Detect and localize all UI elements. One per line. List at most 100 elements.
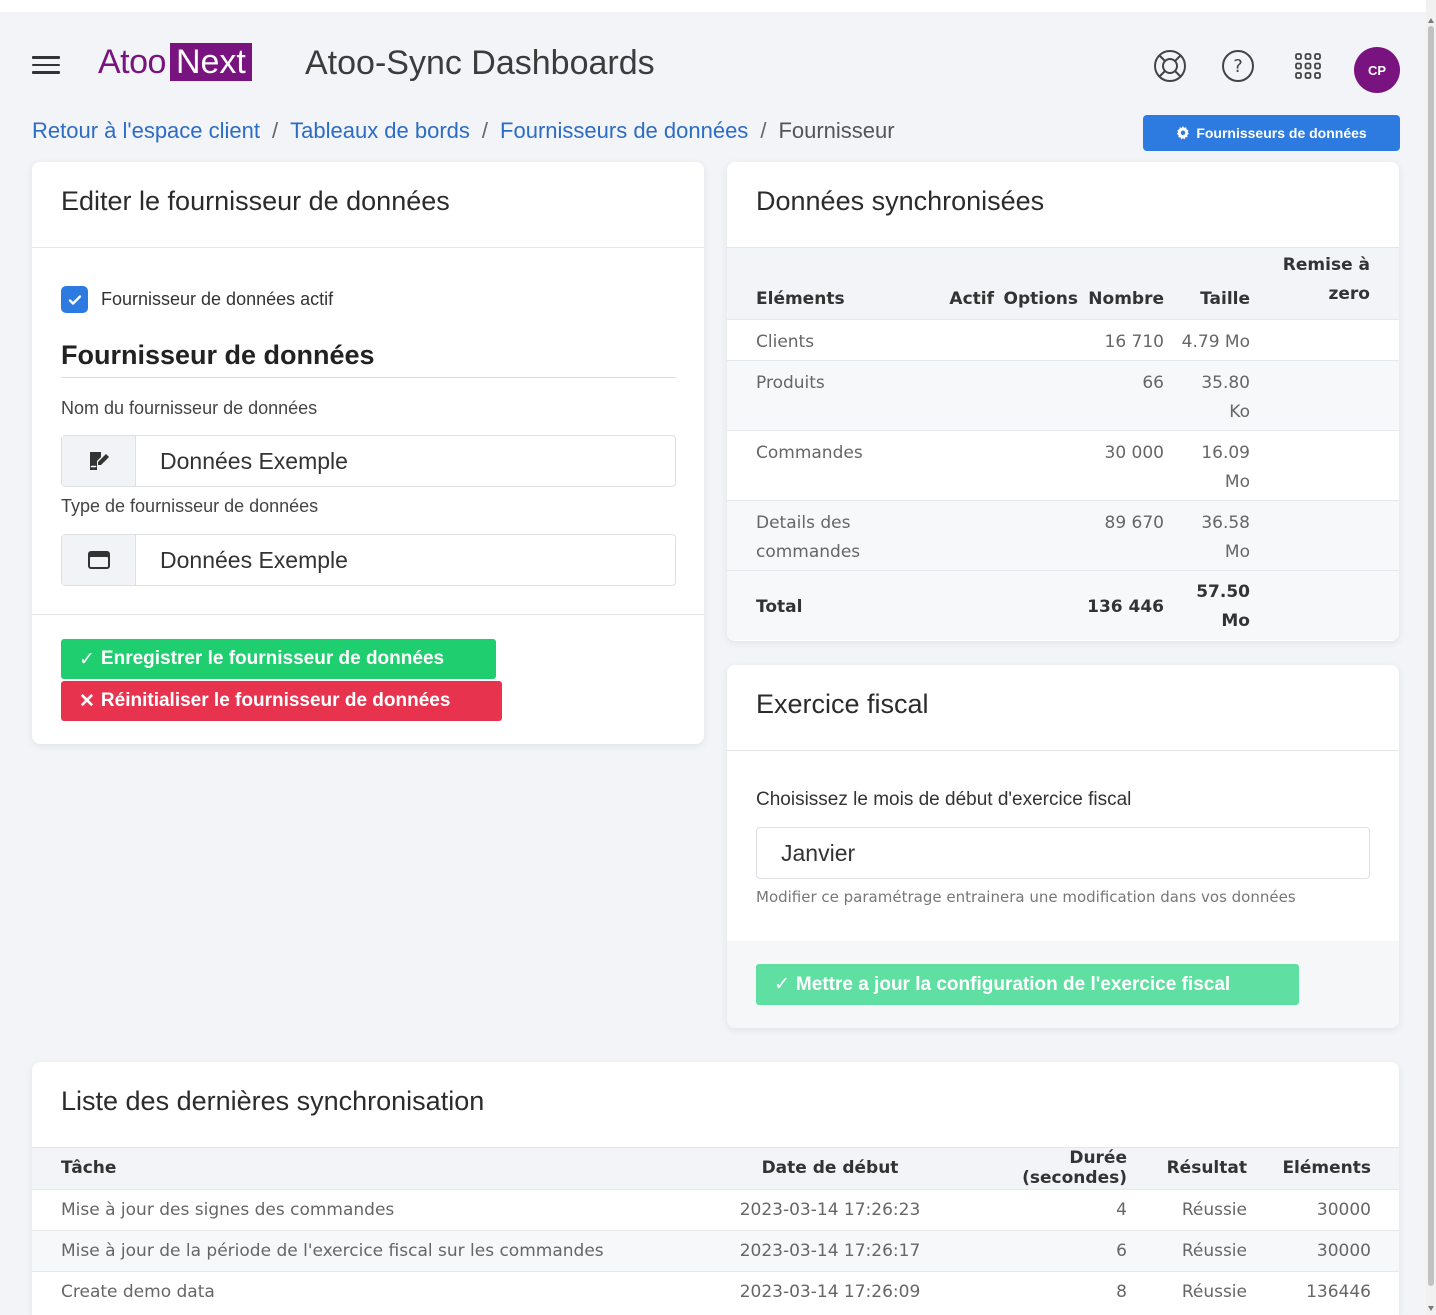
task-cell: Mise à jour des signes des commandes (32, 1188, 708, 1230)
total-count: 136 446 (1087, 596, 1164, 617)
table-row: Mise à jour des signes des commandes 202… (32, 1188, 1399, 1230)
elements-cell: 136446 (1275, 1270, 1399, 1312)
scroll-down-icon[interactable] (1428, 1306, 1434, 1311)
save-provider-label: Enregistrer le fournisseur de données (100, 648, 445, 669)
reset-cell (1250, 360, 1399, 430)
breadcrumb-link-providers[interactable]: Fournisseurs de données (500, 118, 748, 144)
active-checkbox-row[interactable]: Fournisseur de données actif (61, 286, 333, 313)
type-select[interactable]: Données Exemple (136, 535, 675, 585)
card-title: Liste des dernières synchronisation (32, 1062, 1399, 1148)
element-cell: Commandes (756, 442, 863, 463)
fiscal-month-label: Choisissez le mois de début d'exercice f… (756, 789, 1132, 810)
scrollbar-thumb[interactable] (1428, 26, 1434, 1286)
result-cell: Réussie (1155, 1229, 1275, 1271)
logo-atoo: Atoo (98, 42, 166, 81)
hamburger-icon[interactable] (32, 56, 60, 76)
type-input-group[interactable]: Données Exemple (61, 534, 676, 586)
save-provider-button[interactable]: ✓ Enregistrer le fournisseur de données (61, 639, 496, 679)
size-cell: 4.79 Mo (1181, 331, 1250, 352)
options-cell (994, 360, 1078, 430)
size-cell: 36.58 Mo (1201, 512, 1250, 562)
table-row: Details des commandes 89 670 36.58 Mo (727, 500, 1399, 570)
duration-cell: 4 (980, 1188, 1155, 1230)
task-cell: Mise à jour de la période de l'exercice … (32, 1229, 708, 1271)
size-cell: 35.80 Ko (1201, 372, 1250, 422)
date-cell: 2023-03-14 17:26:17 (708, 1229, 980, 1271)
element-cell: Details des commandes (756, 512, 861, 562)
svg-text:?: ? (1233, 56, 1243, 77)
breadcrumb-separator: / (760, 118, 767, 143)
breadcrumb-link-client-space[interactable]: Retour à l'espace client (32, 118, 260, 144)
date-cell: 2023-03-14 17:26:23 (708, 1188, 980, 1230)
element-cell: Clients (756, 331, 815, 352)
table-row: Produits 66 35.80 Ko (727, 360, 1399, 430)
total-row: Total 136 446 57.50 Mo (727, 570, 1399, 640)
elements-cell: 30000 (1275, 1229, 1399, 1271)
providers-button[interactable]: Fournisseurs de données (1143, 115, 1400, 151)
total-label: Total (756, 596, 803, 617)
table-header-row: Tâche Date de début Durée (secondes) Rés… (32, 1148, 1399, 1189)
count-cell: 16 710 (1104, 331, 1164, 352)
section-title: Fournisseur de données (61, 340, 676, 378)
app-header: Atoo Next Atoo-Sync Dashboards ? CP (0, 12, 1426, 112)
card-title: Données synchronisées (727, 162, 1399, 248)
sync-history-card: Liste des dernières synchronisation Tâch… (32, 1062, 1399, 1315)
column-header: Options (1003, 288, 1078, 309)
scroll-up-icon[interactable] (1428, 18, 1434, 23)
user-avatar[interactable]: CP (1354, 47, 1400, 93)
lifebuoy-icon[interactable] (1152, 48, 1188, 84)
column-header: Remise à zero (1282, 254, 1370, 304)
reset-cell (1250, 570, 1399, 640)
app-logo[interactable]: Atoo Next (98, 42, 252, 82)
name-input[interactable]: Données Exemple (136, 436, 675, 486)
active-cell (934, 319, 994, 360)
synced-data-card: Données synchronisées Eléments Actif Opt… (727, 162, 1399, 641)
type-field-label: Type de fournisseur de données (61, 496, 319, 516)
edit-card-footer: ✓ Enregistrer le fournisseur de données … (32, 614, 704, 744)
edit-provider-card: Editer le fournisseur de données Fournis… (32, 162, 704, 744)
fiscal-month-select[interactable]: Janvier (756, 827, 1370, 879)
options-cell (994, 570, 1078, 640)
table-row: Mise à jour de la période de l'exercice … (32, 1229, 1399, 1271)
duration-cell: 8 (980, 1270, 1155, 1312)
providers-button-label: Fournisseurs de données (1196, 125, 1367, 141)
window-icon (62, 535, 136, 585)
logo-next: Next (169, 43, 252, 81)
task-cell: Create demo data (32, 1270, 708, 1312)
size-cell: 16.09 Mo (1201, 442, 1250, 492)
table-header-row: Eléments Actif Options Nombre Taille Rem… (727, 248, 1399, 319)
result-cell: Réussie (1155, 1188, 1275, 1230)
options-cell (994, 319, 1078, 360)
grid-icon[interactable] (1290, 48, 1326, 84)
breadcrumb-link-dashboards[interactable]: Tableaux de bords (290, 118, 470, 144)
total-size: 57.50 Mo (1196, 582, 1250, 632)
fiscal-card-footer: ✓ Mettre a jour la configuration de l'ex… (727, 941, 1399, 1028)
top-strip (0, 0, 1426, 12)
reset-cell (1250, 319, 1399, 360)
count-cell: 89 670 (1104, 512, 1164, 533)
column-header: Durée (secondes) (1022, 1148, 1127, 1189)
active-cell (934, 570, 994, 640)
active-checkbox[interactable] (61, 286, 88, 313)
name-input-group[interactable]: Données Exemple (61, 435, 676, 487)
column-header: Taille (1200, 288, 1250, 309)
sync-history-table: Tâche Date de début Durée (secondes) Rés… (32, 1148, 1399, 1312)
page-scrollbar[interactable] (1426, 0, 1436, 1315)
fiscal-year-card: Exercice fiscal Choisissez le mois de dé… (727, 665, 1399, 1028)
options-cell (994, 430, 1078, 500)
check-icon: ✓ (79, 648, 95, 670)
check-icon (68, 294, 81, 305)
fiscal-help-text: Modifier ce paramétrage entrainera une m… (756, 888, 1296, 906)
breadcrumb-separator: / (481, 118, 489, 143)
reset-cell (1250, 500, 1399, 570)
question-icon[interactable]: ? (1220, 48, 1256, 84)
reset-provider-label: Réinitialiser le fournisseur de données (100, 690, 451, 711)
name-field-label: Nom du fournisseur de données (61, 398, 318, 418)
duration-cell: 6 (980, 1229, 1155, 1271)
reset-provider-button[interactable]: ✕ Réinitialiser le fournisseur de donnée… (61, 681, 502, 721)
active-checkbox-label: Fournisseur de données actif (101, 289, 334, 309)
signature-icon (62, 436, 136, 486)
table-row: Commandes 30 000 16.09 Mo (727, 430, 1399, 500)
update-fiscal-button[interactable]: ✓ Mettre a jour la configuration de l'ex… (756, 964, 1299, 1005)
active-cell (934, 360, 994, 430)
